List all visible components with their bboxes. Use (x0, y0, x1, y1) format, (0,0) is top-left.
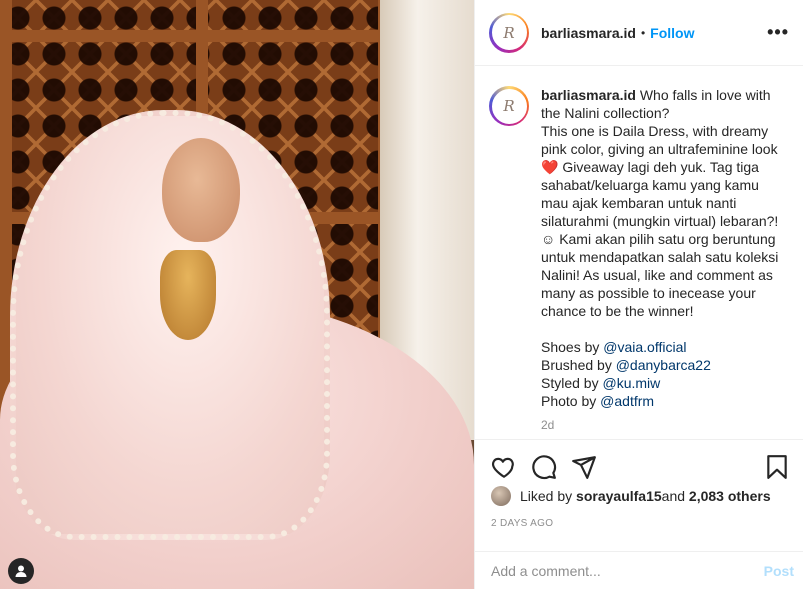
caption-area[interactable]: R barliasmara.id Who falls in love with … (475, 66, 803, 438)
credit-line: Photo by @adtfrm (541, 392, 790, 410)
bookmark-icon[interactable] (764, 454, 790, 480)
comment-form: Post (475, 551, 803, 589)
share-icon[interactable] (571, 454, 597, 480)
smile-emoji-icon: ☺ (541, 231, 556, 247)
heart-icon[interactable] (491, 454, 517, 480)
caption-text: barliasmara.id Who falls in love with th… (541, 86, 790, 410)
profile-logo: R (491, 15, 527, 50)
instagram-post-modal: R barliasmara.id • Follow ••• R barliasm… (0, 0, 803, 589)
credit-prefix: Shoes by (541, 339, 604, 355)
caption-line-text: Giveaway lagi deh yuk. Tag tiga sahabat/… (541, 159, 779, 229)
follow-button[interactable]: Follow (650, 25, 694, 41)
credit-line: Shoes by @vaia.official (541, 338, 790, 356)
action-bar (475, 439, 803, 493)
user-tag-icon[interactable] (8, 558, 34, 584)
more-options-icon[interactable]: ••• (767, 22, 789, 43)
likes-others-link[interactable]: 2,083 others (689, 488, 771, 504)
model-face (162, 138, 240, 242)
caption-username[interactable]: barliasmara.id (541, 87, 636, 103)
liker-avatar[interactable] (491, 486, 511, 506)
credit-line: Brushed by @danybarca22 (541, 356, 790, 374)
credit-line: Styled by @ku.miw (541, 374, 790, 392)
mention-link[interactable]: @danybarca22 (616, 357, 711, 373)
post-header: R barliasmara.id • Follow ••• (475, 0, 803, 66)
post-photo[interactable] (0, 0, 474, 589)
gold-necklace (160, 250, 216, 340)
user-tag-glyph (15, 565, 27, 577)
likes-middle: and (661, 488, 686, 504)
caption-line: ☺ Kami akan pilih satu org beruntung unt… (541, 230, 790, 320)
likes-summary: Liked by sorayaulfa15 and 2,083 others (491, 486, 771, 506)
comment-icon[interactable] (531, 454, 557, 480)
likes-prefix: Liked by (520, 488, 573, 504)
header-separator: • (640, 25, 646, 40)
caption-timestamp: 2d (541, 418, 555, 432)
mention-link[interactable]: @adtfrm (600, 393, 654, 409)
comment-input[interactable] (491, 562, 764, 579)
mention-link[interactable]: @ku.miw (602, 375, 660, 391)
header-username[interactable]: barliasmara.id (541, 25, 636, 41)
post-details-panel: R barliasmara.id • Follow ••• R barliasm… (474, 0, 803, 589)
post-comment-button[interactable]: Post (764, 563, 794, 579)
caption-line: This one is Daila Dress, with dreamy pin… (541, 123, 778, 157)
caption-avatar[interactable]: R (489, 86, 529, 126)
mention-link[interactable]: @vaia.official (603, 339, 686, 355)
screen-frame (0, 30, 390, 42)
post-date[interactable]: 2 DAYS AGO (491, 518, 553, 529)
caption-line-text: Kami akan pilih satu org beruntung untuk… (541, 231, 779, 319)
heart-emoji-icon: ❤️ (541, 159, 559, 175)
credit-prefix: Brushed by (541, 357, 616, 373)
credit-prefix: Photo by (541, 393, 601, 409)
caption-logo: R (491, 88, 527, 124)
credit-prefix: Styled by (541, 375, 603, 391)
liker-username[interactable]: sorayaulfa15 (576, 488, 662, 504)
caption-line: ❤️ Giveaway lagi deh yuk. Tag tiga sahab… (541, 158, 790, 230)
profile-avatar[interactable]: R (489, 12, 529, 53)
caption-row: R barliasmara.id Who falls in love with … (489, 86, 790, 410)
